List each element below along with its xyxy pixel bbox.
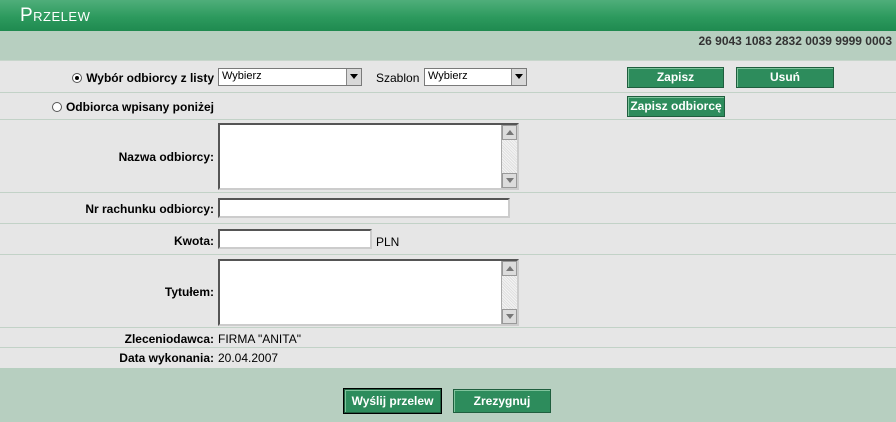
delete-button[interactable]: Usuń bbox=[736, 67, 834, 88]
chevron-down-icon[interactable] bbox=[346, 69, 361, 85]
recipient-name-textarea[interactable] bbox=[218, 123, 519, 190]
orderer-row: Zleceniodawca: FIRMA "ANITA" bbox=[0, 328, 896, 348]
recipient-list-row: Wybór odbiorcy z listy Wybierz Szablon W… bbox=[0, 61, 896, 93]
from-list-radio[interactable] bbox=[72, 73, 83, 83]
scroll-up-icon[interactable] bbox=[502, 125, 517, 140]
account-label: Nr rachunku odbiorcy: bbox=[85, 202, 214, 216]
scroll-up-icon[interactable] bbox=[502, 261, 517, 276]
page-title: Przelew bbox=[20, 5, 91, 26]
from-list-label: Wybór odbiorcy z listy bbox=[86, 71, 214, 85]
date-value: 20.04.2007 bbox=[218, 351, 279, 365]
amount-row: Kwota: PLN bbox=[0, 224, 896, 255]
recipient-name-row: Nazwa odbiorcy: bbox=[0, 120, 896, 193]
chevron-down-icon[interactable] bbox=[511, 69, 526, 85]
send-transfer-button[interactable]: Wyślij przelew bbox=[343, 388, 442, 414]
recipient-manual-row: Odbiorca wpisany poniżej Zapisz odbiorcę bbox=[0, 93, 896, 120]
account-row: Nr rachunku odbiorcy: bbox=[0, 193, 896, 224]
orderer-value: FIRMA "ANITA" bbox=[218, 332, 301, 346]
recipient-name-label: Nazwa odbiorcy: bbox=[118, 150, 214, 164]
currency-label: PLN bbox=[376, 235, 400, 249]
recipient-select[interactable]: Wybierz bbox=[218, 68, 362, 86]
scroll-down-icon[interactable] bbox=[502, 309, 517, 324]
entered-below-option[interactable]: Odbiorca wpisany poniżej bbox=[51, 100, 214, 114]
transfer-form: Wybór odbiorcy z listy Wybierz Szablon W… bbox=[0, 60, 896, 368]
from-list-option[interactable]: Wybór odbiorcy z listy bbox=[72, 71, 214, 85]
orderer-label: Zleceniodawca: bbox=[124, 332, 214, 346]
title-textarea[interactable] bbox=[218, 259, 519, 326]
amount-label: Kwota: bbox=[174, 234, 214, 248]
cancel-button[interactable]: Zrezygnuj bbox=[453, 389, 551, 413]
template-label: Szablon bbox=[376, 71, 420, 85]
scrollbar[interactable] bbox=[501, 125, 517, 188]
scroll-down-icon[interactable] bbox=[502, 173, 517, 188]
template-select[interactable]: Wybierz bbox=[424, 68, 527, 86]
account-input[interactable] bbox=[218, 198, 510, 218]
amount-input[interactable] bbox=[218, 229, 372, 249]
save-recipient-button[interactable]: Zapisz odbiorcę bbox=[627, 96, 725, 117]
recipient-select-value: Wybierz bbox=[222, 70, 262, 82]
entered-below-label: Odbiorca wpisany poniżej bbox=[65, 100, 214, 114]
template-select-value: Wybierz bbox=[428, 70, 468, 82]
title-label: Tytułem: bbox=[164, 285, 214, 299]
date-label: Data wykonania: bbox=[119, 351, 214, 365]
account-number: 26 9043 1083 2832 0039 9999 0003 bbox=[698, 34, 892, 48]
scrollbar[interactable] bbox=[501, 261, 517, 324]
date-row: Data wykonania: 20.04.2007 bbox=[0, 348, 896, 369]
save-button[interactable]: Zapisz bbox=[627, 67, 724, 88]
entered-below-radio[interactable] bbox=[51, 102, 62, 112]
page-header: Przelew bbox=[0, 0, 896, 31]
title-row: Tytułem: bbox=[0, 255, 896, 328]
